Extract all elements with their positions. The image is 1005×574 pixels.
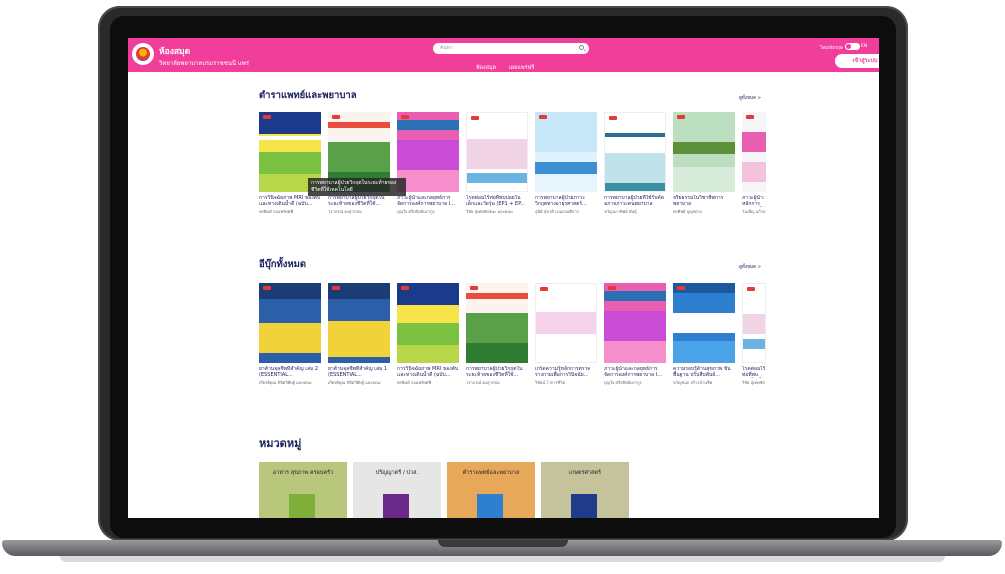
book-author: บุญใจ ศรีสถิตย์นรากูร bbox=[397, 209, 435, 214]
search-input[interactable]: ค้นหา bbox=[433, 43, 589, 54]
section-title-ebooks: อีบุ๊กทั้งหมด bbox=[259, 259, 307, 270]
book-title[interactable]: โรคต่อมไร้ท่อที่พบบ่อยในเด็กและวัยรุ่น bbox=[742, 366, 766, 378]
category-thumb bbox=[571, 494, 597, 518]
laptop-shadow bbox=[60, 556, 945, 562]
site-subtitle: วิทยาลัยพยาบาลบรมราชชนนี แพร่ bbox=[159, 60, 249, 67]
language-label: ไทย/อังกฤษ bbox=[820, 46, 843, 51]
category-tile[interactable]: ตำราแพทย์และพยาบาล bbox=[447, 462, 535, 518]
book-title[interactable]: การวินิจฉัยภาพ MRI ของตับและทางเดินน้ำดี… bbox=[259, 195, 321, 207]
header-bar: ห้องสมุด วิทยาลัยพยาบาลบรมราชชนนี แพร่ ค… bbox=[128, 38, 879, 72]
book-tooltip: การพยาบาลผู้ป่วยวิกฤตในระยะท้ายของชีวิตท… bbox=[308, 178, 406, 196]
book-title[interactable]: ภาวะผู้นำและกลยุทธ์การจัดการองค์การพยาบา… bbox=[397, 195, 459, 207]
book-title[interactable]: ภาวะผู้นำ: หลักการประยุกต์ใช้ในการ... bbox=[742, 195, 766, 207]
book-cover[interactable] bbox=[673, 283, 735, 363]
category-tile[interactable]: อาหาร สุขภาพ ครอบครัว bbox=[259, 462, 347, 518]
section-title-medical: ตำราแพทย์และพยาบาล bbox=[259, 90, 357, 101]
book-cover[interactable] bbox=[397, 283, 459, 363]
book-cover[interactable] bbox=[604, 112, 666, 192]
book-author: พรพิมพ์ กอแพร์ทศฟี bbox=[397, 380, 432, 385]
book-cover[interactable] bbox=[535, 112, 597, 192]
book-title[interactable]: โรคต่อมไร้ท่อที่พบบ่อยในเด็กและวัยรุ่น (… bbox=[466, 195, 528, 207]
book-author: วิชัยน์ โวการชีวิต bbox=[535, 380, 566, 385]
book-title[interactable]: การวินิจฉัยภาพ MRI ของตับและทางเดินน้ำดี… bbox=[397, 366, 459, 378]
category-label[interactable]: เกษตรศาสตร์ bbox=[541, 469, 629, 477]
book-cover[interactable] bbox=[673, 112, 735, 192]
book-author: เกียรติคุณ ลิขิตวิศิษฐ์ และคณะ bbox=[259, 380, 312, 385]
category-thumb bbox=[289, 494, 315, 518]
login-button[interactable]: เข้าสู่ระบบ bbox=[835, 54, 879, 68]
book-cover[interactable] bbox=[466, 283, 528, 363]
book-author: พรศิพย์ บุญสดวง bbox=[673, 209, 702, 214]
language-toggle[interactable] bbox=[845, 43, 860, 50]
nav-library[interactable]: ห้องสมุด bbox=[476, 64, 496, 72]
book-author: วิชัย สุเทพชัยชนะ และคณะ bbox=[466, 209, 514, 214]
search-icon[interactable] bbox=[579, 45, 584, 50]
book-cover[interactable] bbox=[742, 112, 766, 192]
book-title[interactable]: ยาต้านจุลชีพที่สำคัญ เล่ม 1 (ESSENTIAL..… bbox=[328, 366, 390, 378]
site-title[interactable]: ห้องสมุด bbox=[159, 44, 190, 58]
book-cover[interactable] bbox=[259, 283, 321, 363]
screen: ห้องสมุด วิทยาลัยพยาบาลบรมราชชนนี แพร่ ค… bbox=[128, 38, 879, 518]
book-author: ขวัญนภาทิพย์ พันธุ์ bbox=[604, 209, 637, 214]
category-thumb bbox=[383, 494, 409, 518]
book-title[interactable]: การพยาบาลผู้ป่วยวิกฤตในระยะท้ายของชีวิตท… bbox=[328, 195, 390, 207]
book-author: สุนีย์ สุขวดี บงแสงนทีการ bbox=[535, 209, 579, 214]
category-label[interactable]: อาหาร สุขภาพ ครอบครัว bbox=[259, 469, 347, 477]
categories-title: หมวดหมู่ bbox=[259, 437, 302, 450]
book-title[interactable]: การพยาบาลผู้ป่วยที่ใช้รับคัดฉกาจภาวะคนพย… bbox=[604, 195, 666, 207]
category-thumb bbox=[477, 494, 503, 518]
book-title[interactable]: การพยาบาลผู้ป่วยภาวะวิกฤตทางอายุรศาสตร์.… bbox=[535, 195, 597, 207]
book-title[interactable]: เกร็ดความรู้หลักการตรวจร่างกายเพื่อการวิ… bbox=[535, 366, 597, 378]
book-title[interactable]: ยาต้านจุลชีพที่สำคัญ เล่ม 2 (ESSENTIAL..… bbox=[259, 366, 321, 378]
book-author: ขวัญชนก สร้างบ้านชีพ bbox=[673, 380, 713, 385]
category-tile[interactable]: เกษตรศาสตร์ bbox=[541, 462, 629, 518]
language-en-label: EN bbox=[861, 44, 868, 49]
see-all-medical[interactable]: ดูทั้งหมด > bbox=[739, 94, 761, 101]
book-author: วันเพ็ญ แก้วปาน bbox=[742, 209, 766, 214]
category-label[interactable]: ปริญญาตรี / ปวส. bbox=[353, 469, 441, 477]
book-author: บุญใจ ศรีสถิตย์นรากูร bbox=[604, 380, 642, 385]
book-cover[interactable] bbox=[604, 283, 666, 363]
library-logo-icon[interactable] bbox=[132, 43, 154, 65]
book-cover[interactable] bbox=[397, 112, 459, 192]
category-label[interactable]: ตำราแพทย์และพยาบาล bbox=[447, 469, 535, 477]
book-title[interactable]: จริยธรรมในวิชาชีพการพยาบาล bbox=[673, 195, 735, 207]
laptop-mockup: ห้องสมุด วิทยาลัยพยาบาลบรมราชชนนี แพร่ ค… bbox=[0, 0, 1005, 574]
book-cover[interactable] bbox=[535, 283, 597, 363]
book-author: วิชัย สุเทพชัย bbox=[742, 380, 765, 385]
book-title[interactable]: ภาวะผู้นำและกลยุทธ์การจัดการองค์การพยาบา… bbox=[604, 366, 666, 378]
book-title[interactable]: ความรอบรู้ด้านสุขภาพ ขั้นพื้นฐาน ปรับสืบ… bbox=[673, 366, 735, 378]
book-author: วราภรณ์ คงสุวรรณ bbox=[466, 380, 500, 385]
book-cover[interactable] bbox=[466, 112, 528, 192]
book-title[interactable]: การพยาบาลผู้ป่วยวิกฤตในระยะท้ายของชีวิตท… bbox=[466, 366, 528, 378]
book-author: เกียรติคุณ ลิขิตวิศิษฐ์ และคณะ bbox=[328, 380, 381, 385]
book-author: วราภรณ์ คงสุวรรณ bbox=[328, 209, 362, 214]
nav-free[interactable]: เผยแพร่ฟรี bbox=[509, 64, 534, 72]
laptop-notch bbox=[438, 540, 568, 547]
category-tile[interactable]: ปริญญาตรี / ปวส. bbox=[353, 462, 441, 518]
book-cover[interactable] bbox=[742, 283, 766, 363]
book-author: พรพิมพ์ กอแพร์ทศฟี bbox=[259, 209, 294, 214]
book-cover[interactable] bbox=[328, 283, 390, 363]
see-all-ebooks[interactable]: ดูทั้งหมด > bbox=[739, 263, 761, 270]
search-placeholder: ค้นหา bbox=[440, 45, 453, 51]
